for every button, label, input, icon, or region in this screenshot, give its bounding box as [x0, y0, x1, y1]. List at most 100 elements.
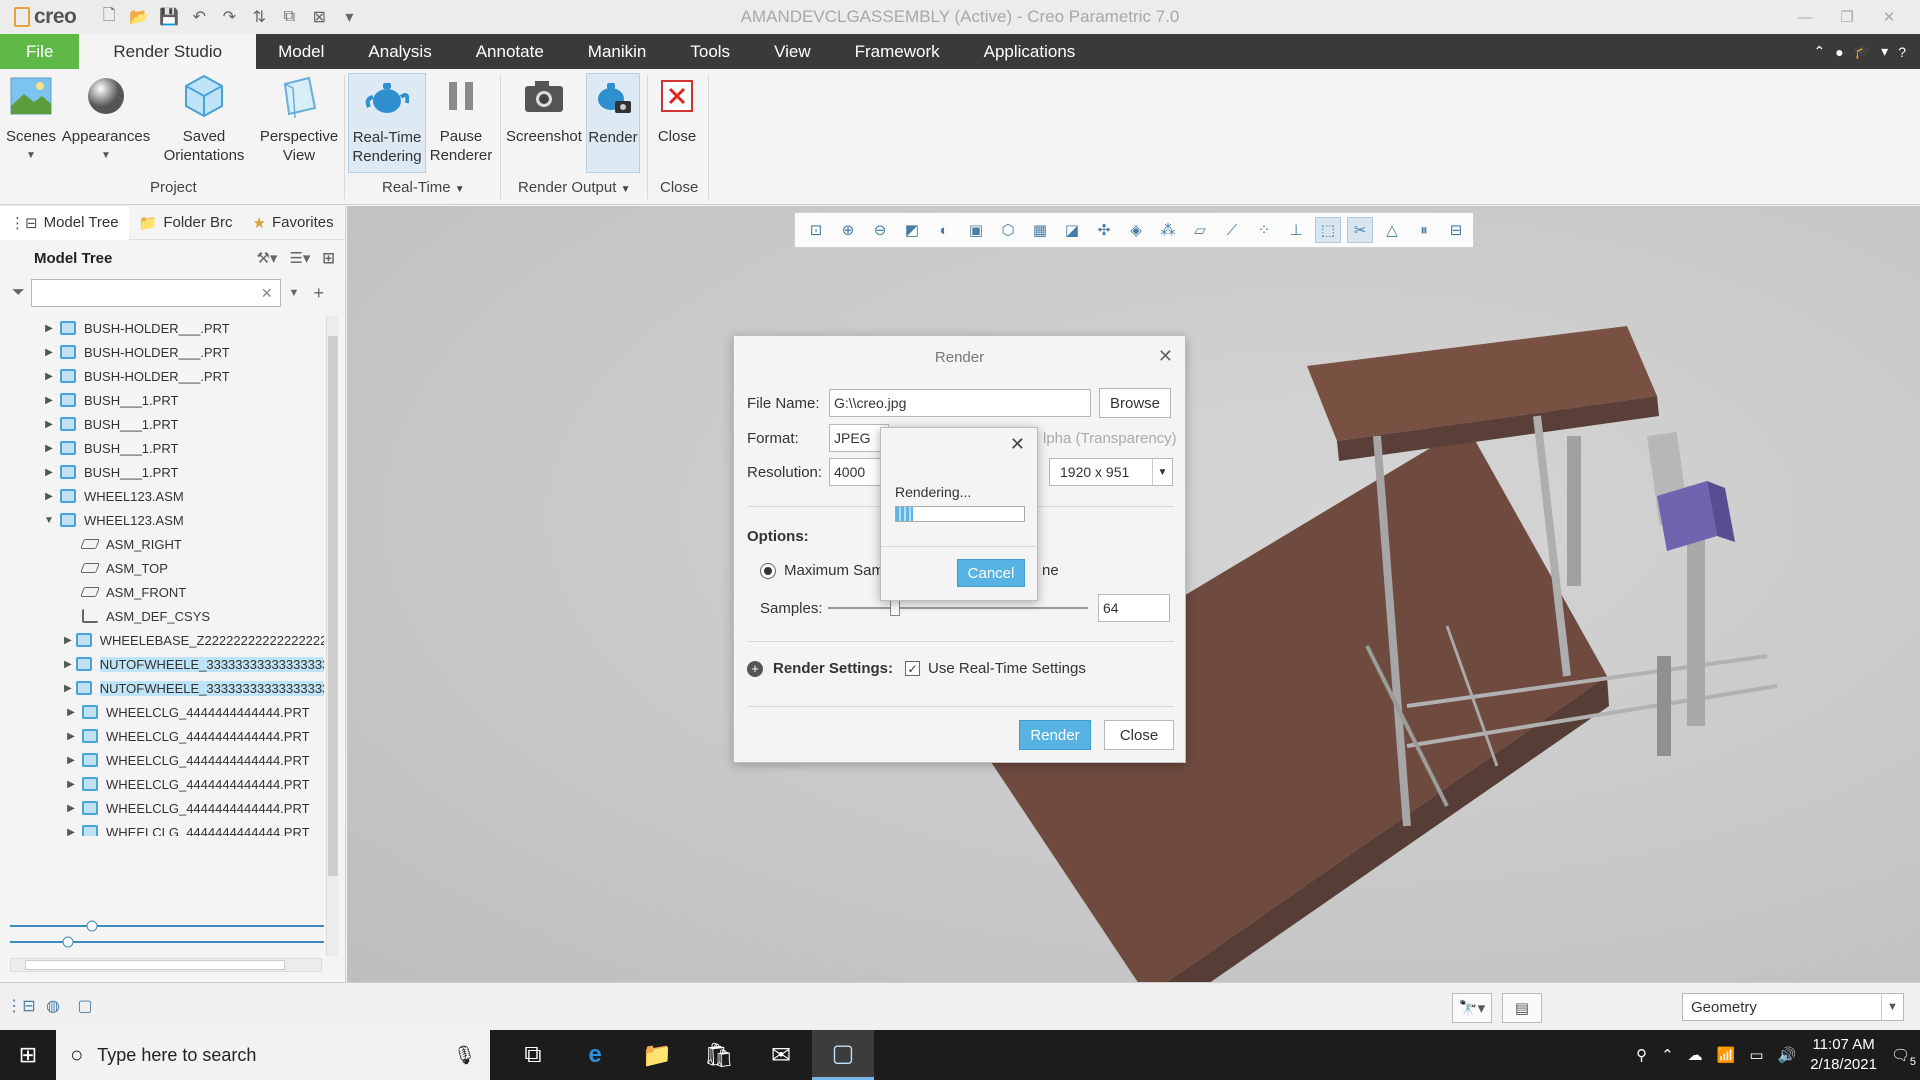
progress-close-icon[interactable]: ✕: [1010, 434, 1025, 455]
expand-arrow-icon[interactable]: ▶: [42, 443, 56, 454]
windows-icon[interactable]: ⧉: [278, 6, 300, 28]
expand-arrow-icon[interactable]: ▶: [64, 803, 78, 814]
zoom-out-icon[interactable]: ⊖: [867, 217, 893, 243]
add-filter-icon[interactable]: +: [313, 283, 324, 304]
tab-model[interactable]: Model: [256, 34, 346, 69]
triangle-icon[interactable]: △: [1379, 217, 1405, 243]
help-icon[interactable]: ?: [1898, 44, 1906, 60]
tree-row[interactable]: ▶ WHEELCLG_4444444444444.PRT: [0, 796, 324, 820]
csys-display-icon[interactable]: ⊥: [1283, 217, 1309, 243]
tree-row[interactable]: ▶ BUSH-HOLDER___.PRT: [0, 364, 324, 388]
section-icon[interactable]: ✂: [1347, 217, 1373, 243]
use-realtime-checkbox[interactable]: ✓: [905, 661, 921, 676]
repaint-icon[interactable]: ◩: [899, 217, 925, 243]
tree-vertical-scrollbar[interactable]: [326, 316, 338, 956]
tree-row[interactable]: ▶ BUSH___1.PRT: [0, 412, 324, 436]
expand-arrow-icon[interactable]: ▶: [64, 755, 78, 766]
find-icon[interactable]: 🔭▾: [1452, 993, 1492, 1023]
expand-arrow-icon[interactable]: ▶: [64, 683, 72, 694]
perspective-toolbar-icon[interactable]: ◪: [1059, 217, 1085, 243]
tab-favorites[interactable]: ★ Favorites: [243, 206, 344, 240]
notifications-icon[interactable]: 🗨 5: [1891, 1046, 1916, 1068]
network-icon[interactable]: 📶: [1717, 1046, 1736, 1064]
regenerate-icon[interactable]: ⇅: [248, 6, 270, 28]
datum-display-icon[interactable]: ⁂: [1155, 217, 1181, 243]
group-label-render-output[interactable]: Render Output ▼: [518, 179, 630, 196]
learning-icon[interactable]: 🎓: [1854, 43, 1871, 60]
alpha-transparency-label[interactable]: lpha (Transparency): [1043, 430, 1177, 447]
menu-chevron-icon[interactable]: ▾: [1881, 43, 1888, 60]
search-dropdown-icon[interactable]: ▼: [289, 287, 300, 299]
pause-renderer-button[interactable]: Pause Renderer: [430, 73, 492, 165]
tree-row[interactable]: ASM_DEF_CSYS: [0, 604, 324, 628]
close-window-icon[interactable]: ⊠: [308, 6, 330, 28]
tree-row[interactable]: ▶ NUTOFWHEELE_3333333333333333333: [0, 676, 324, 700]
expand-arrow-icon[interactable]: ▶: [42, 419, 56, 430]
tree-row[interactable]: ▶ NUTOFWHEELE_3333333333333333333: [0, 652, 324, 676]
perspective-view-button[interactable]: Perspective View: [258, 73, 340, 165]
file-name-field[interactable]: G:\\creo.jpg: [829, 389, 1091, 417]
tab-analysis[interactable]: Analysis: [346, 34, 453, 69]
tab-view[interactable]: View: [752, 34, 833, 69]
browse-button[interactable]: Browse: [1099, 388, 1171, 418]
file-explorer-icon[interactable]: 📁: [626, 1030, 688, 1080]
render-button[interactable]: Render: [586, 73, 640, 173]
battery-icon[interactable]: ▭: [1749, 1046, 1763, 1064]
tree-filter-toggle-icon[interactable]: ⊞: [322, 249, 335, 267]
cancel-rendering-button[interactable]: Cancel: [957, 559, 1025, 587]
tree-row[interactable]: ▼ WHEEL123.ASM: [0, 508, 324, 532]
group-label-realtime[interactable]: Real-Time ▼: [382, 179, 465, 196]
fullscreen-toggle-icon[interactable]: ▢: [74, 995, 96, 1017]
tree-horizontal-scrollbar[interactable]: [10, 958, 322, 972]
expand-arrow-icon[interactable]: ▶: [64, 779, 78, 790]
tab-tools[interactable]: Tools: [668, 34, 752, 69]
open-file-icon[interactable]: 📂: [128, 6, 150, 28]
expand-arrow-icon[interactable]: ▶: [64, 731, 78, 742]
tree-row[interactable]: ▶ BUSH-HOLDER___.PRT: [0, 316, 324, 340]
store-icon[interactable]: 🛍: [688, 1030, 750, 1080]
expand-arrow-icon[interactable]: ▶: [64, 707, 78, 718]
tree-row[interactable]: ▶ BUSH___1.PRT: [0, 388, 324, 412]
tree-row[interactable]: ASM_TOP: [0, 556, 324, 580]
taskbar-clock[interactable]: 11:07 AM 2/18/2021: [1810, 1035, 1877, 1075]
expand-arrow-icon[interactable]: ▶: [42, 323, 56, 334]
tree-search-input[interactable]: [30, 279, 281, 307]
task-view-icon[interactable]: ⧉: [502, 1030, 564, 1080]
samples-field[interactable]: 64: [1098, 594, 1170, 622]
hide-toolbar-icon[interactable]: ⊟: [1443, 217, 1469, 243]
point-display-icon[interactable]: ⁘: [1251, 217, 1277, 243]
render-dialog-close-button[interactable]: Close: [1104, 720, 1174, 750]
expand-arrow-icon[interactable]: ▶: [42, 395, 56, 406]
filter-funnel-icon[interactable]: ⏷: [12, 284, 25, 302]
tree-settings-icon[interactable]: ⚒▾: [256, 249, 277, 267]
tree-row[interactable]: ▶ WHEEL123.ASM: [0, 484, 324, 508]
render-dialog-render-button[interactable]: Render: [1019, 720, 1091, 750]
tab-file[interactable]: File: [0, 34, 80, 69]
new-file-icon[interactable]: 🗋: [98, 6, 120, 28]
tree-row[interactable]: ▶ WHEELCLG_4444444444444.PRT: [0, 724, 324, 748]
tree-row[interactable]: ▶ BUSH___1.PRT: [0, 460, 324, 484]
tree-row[interactable]: ▶ WHEELEBASE_Z222222222222222222: [0, 628, 324, 652]
microphone-icon[interactable]: 🎙: [453, 1045, 476, 1066]
people-icon[interactable]: ⚲: [1636, 1046, 1647, 1064]
tree-row[interactable]: ▶ WHEELCLG_4444444444444.PRT: [0, 748, 324, 772]
spin-center-icon[interactable]: ✣: [1091, 217, 1117, 243]
tab-applications[interactable]: Applications: [962, 34, 1098, 69]
tab-annotate[interactable]: Annotate: [454, 34, 566, 69]
tray-expand-icon[interactable]: ⌃: [1661, 1046, 1674, 1064]
tree-row[interactable]: ▶ WHEELCLG_4444444444444.PRT: [0, 772, 324, 796]
saved-orientations-button[interactable]: Saved Orientations: [154, 73, 254, 165]
refit-icon[interactable]: ⊡: [803, 217, 829, 243]
expand-arrow-icon[interactable]: ▶: [64, 827, 78, 837]
time-option-label[interactable]: ne: [1042, 562, 1059, 579]
samples-slider-thumb[interactable]: [890, 600, 900, 616]
expand-arrow-icon[interactable]: ▶: [64, 635, 72, 646]
shading-icon[interactable]: ▣: [963, 217, 989, 243]
annotation-display-icon[interactable]: ⬚: [1315, 217, 1341, 243]
render-dialog-close-icon[interactable]: ✕: [1158, 346, 1173, 367]
tree-row[interactable]: ASM_FRONT: [0, 580, 324, 604]
browser-toggle-icon[interactable]: ◍: [42, 995, 64, 1017]
minimize-button[interactable]: —: [1784, 0, 1826, 34]
expand-arrow-icon[interactable]: ▶: [42, 371, 56, 382]
navigator-toggle-icon[interactable]: ⋮⊟: [6, 995, 35, 1017]
